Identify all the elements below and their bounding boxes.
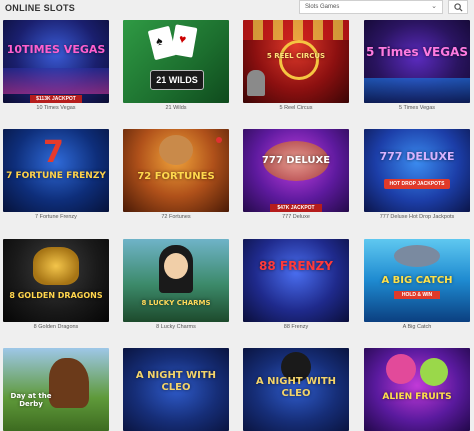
game-logo: 88 FRENZY — [259, 259, 333, 273]
game-tile[interactable]: 10TIMES VEGAS $113K JACKPOT 10 Times Veg… — [3, 20, 109, 111]
game-title: 7 Fortune Frenzy — [35, 214, 77, 220]
game-logo: 777 DELUXE — [261, 155, 331, 166]
game-logo: 5 Times VEGAS — [365, 45, 469, 59]
game-logo: 5 REEL CIRCUS — [266, 52, 326, 60]
page-title: ONLINE SLOTS — [5, 3, 76, 13]
search-button[interactable] — [448, 0, 468, 14]
game-logo: ALIEN FRUITS — [382, 392, 452, 402]
game-thumbnail[interactable]: A NIGHT WITH CLEO — [243, 348, 349, 431]
game-thumbnail[interactable]: A BIG CATCH HOLD & WIN — [364, 239, 470, 322]
game-thumbnail[interactable]: 777 DELUXE HOT DROP JACKPOTS — [364, 129, 470, 212]
game-thumbnail[interactable]: 8 GOLDEN DRAGONS — [3, 239, 109, 322]
game-title: A Big Catch — [402, 324, 432, 330]
game-logo: A NIGHT WITH CLEO — [135, 370, 217, 393]
game-thumbnail[interactable]: Day at the Derby — [3, 348, 109, 431]
game-tile[interactable]: ♠ ♥ 21 WILDS 21 Wilds — [123, 20, 229, 111]
game-tile[interactable]: A NIGHT WITH CLEO — [123, 348, 229, 431]
game-title: 72 Fortunes — [161, 214, 191, 220]
game-logo: 7 FORTUNE FRENZY — [6, 171, 106, 181]
game-tile[interactable]: 8 LUCKY CHARMS 8 Lucky Charms — [123, 239, 229, 330]
game-tile[interactable]: A BIG CATCH HOLD & WIN A Big Catch — [364, 239, 470, 330]
game-thumbnail[interactable]: 7 7 FORTUNE FRENZY — [3, 129, 109, 212]
game-tile[interactable]: 8 GOLDEN DRAGONS 8 Golden Dragons — [3, 239, 109, 330]
game-thumbnail[interactable]: ALIEN FRUITS — [364, 348, 470, 431]
game-tile[interactable]: A NIGHT WITH CLEO — [243, 348, 349, 431]
game-logo: 8 GOLDEN DRAGONS — [9, 291, 103, 300]
game-title: 8 Lucky Charms — [156, 324, 196, 330]
game-tile[interactable]: Day at the Derby — [3, 348, 109, 431]
game-tile[interactable]: 5 REEL CIRCUS 5 Reel Circus — [243, 20, 349, 111]
jackpot-badge: $47K JACKPOT — [270, 204, 322, 212]
jackpot-badge: $113K JACKPOT — [30, 95, 82, 103]
game-thumbnail[interactable]: 88 FRENZY — [243, 239, 349, 322]
game-sublogo: HOLD & WIN — [394, 291, 440, 299]
game-logo: A BIG CATCH — [381, 275, 453, 286]
search-icon — [454, 3, 463, 12]
game-thumbnail[interactable]: 5 REEL CIRCUS — [243, 20, 349, 103]
category-select[interactable]: Slots Games ⌄ — [299, 0, 443, 14]
game-sublogo: HOT DROP JACKPOTS — [384, 179, 450, 189]
game-tile[interactable]: 777 DELUXE $47K JACKPOT 777 Deluxe — [243, 129, 349, 220]
game-title: 10 Times Vegas — [36, 105, 76, 111]
game-title: 8 Golden Dragons — [33, 324, 79, 330]
game-tile[interactable]: 7 7 FORTUNE FRENZY 7 Fortune Frenzy — [3, 129, 109, 220]
game-tile[interactable]: 777 DELUXE HOT DROP JACKPOTS 777 Deluxe … — [364, 129, 470, 220]
game-tile[interactable]: ALIEN FRUITS — [364, 348, 470, 431]
game-logo: 8 LUCKY CHARMS — [141, 299, 211, 307]
chevron-down-icon: ⌄ — [431, 3, 437, 10]
game-logo: 72 FORTUNES — [137, 171, 215, 182]
game-logo: 21 WILDS — [150, 70, 204, 90]
game-thumbnail[interactable]: 8 LUCKY CHARMS — [123, 239, 229, 322]
game-tile[interactable]: 5 Times VEGAS 5 Times Vegas — [364, 20, 470, 111]
game-title: 21 Wilds — [165, 105, 187, 111]
game-title: 5 Times Vegas — [398, 105, 436, 111]
game-tile[interactable]: 72 FORTUNES 72 Fortunes — [123, 129, 229, 220]
game-title: 88 Frenzy — [283, 324, 309, 330]
game-logo: 10TIMES VEGAS — [6, 43, 106, 56]
game-logo: 777 DELUXE — [379, 150, 455, 163]
game-title: 777 Deluxe — [282, 214, 310, 220]
game-tile[interactable]: 88 FRENZY 88 Frenzy — [243, 239, 349, 330]
game-title: 5 Reel Circus — [279, 105, 313, 111]
game-logo: A NIGHT WITH CLEO — [255, 376, 337, 399]
game-logo: Day at the Derby — [10, 392, 52, 408]
category-select-value: Slots Games — [305, 4, 340, 10]
game-thumbnail[interactable]: 10TIMES VEGAS $113K JACKPOT — [3, 20, 109, 103]
game-thumbnail[interactable]: ♠ ♥ 21 WILDS — [123, 20, 229, 103]
game-thumbnail[interactable]: 72 FORTUNES — [123, 129, 229, 212]
game-thumbnail[interactable]: 777 DELUXE $47K JACKPOT — [243, 129, 349, 212]
game-thumbnail[interactable]: A NIGHT WITH CLEO — [123, 348, 229, 431]
game-thumbnail[interactable]: 5 Times VEGAS — [364, 20, 470, 103]
notification-dot — [216, 137, 222, 143]
header: ONLINE SLOTS Slots Games ⌄ — [0, 0, 474, 16]
game-title: 777 Deluxe Hot Drop Jackpots — [379, 214, 455, 220]
